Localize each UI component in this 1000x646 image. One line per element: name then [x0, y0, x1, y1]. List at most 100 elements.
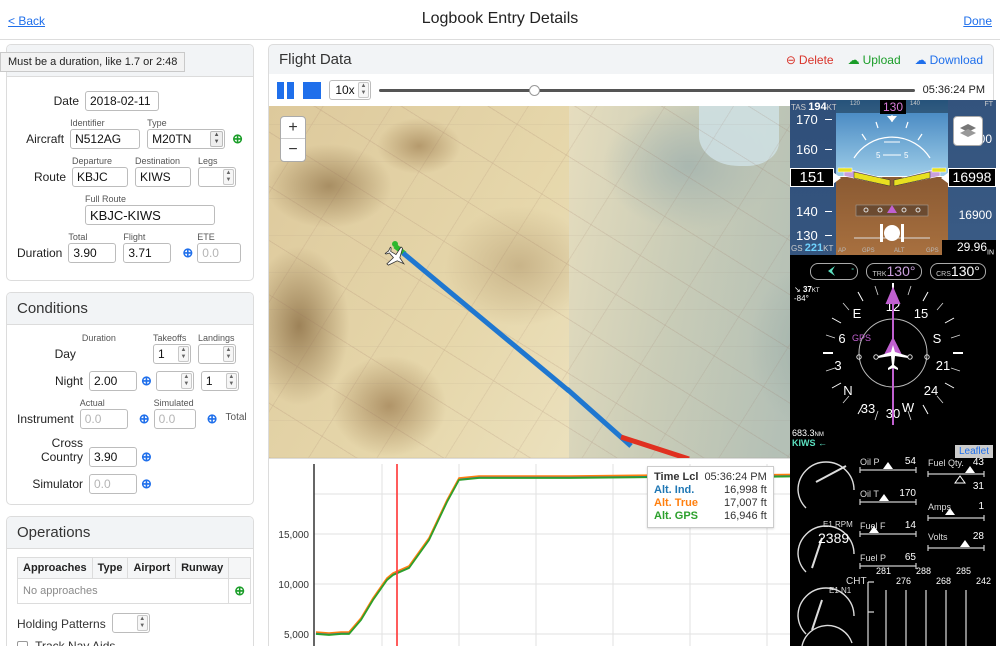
upload-label: Upload [862, 52, 901, 67]
heading-tick-140: 140 [910, 101, 921, 107]
night-add-icon[interactable]: ⊕ [141, 371, 152, 391]
col-type: Type [91, 557, 129, 579]
duration-col-label: Duration [81, 333, 116, 343]
day-landings-spinner-icon[interactable]: ▲ ▼ [223, 346, 234, 362]
simulator-input[interactable] [89, 474, 137, 494]
cht-value-6: 242 [976, 576, 992, 586]
svg-text:15,000: 15,000 [278, 530, 309, 541]
holding-patterns-wrap: ▲ ▼ [111, 613, 150, 633]
date-input[interactable] [85, 91, 159, 111]
cht-value-2: 276 [896, 576, 912, 586]
e1-rpm-value: 2389 [818, 530, 850, 546]
departure-input[interactable] [72, 167, 128, 187]
svg-text:5,000: 5,000 [284, 630, 309, 641]
identifier-input[interactable] [70, 129, 141, 149]
oil-t-value: 170 [899, 488, 916, 499]
upload-button[interactable]: ☁ Upload [848, 53, 901, 67]
gs-label: GS [791, 244, 803, 253]
track-nav-aids-row[interactable]: Track Nav Aids [17, 639, 243, 646]
leaflet-attribution[interactable]: Leaflet [954, 445, 993, 458]
destination-input[interactable] [135, 167, 191, 187]
baro-value: 29.96 [956, 240, 987, 254]
fuel-qty-value: 43 [972, 457, 984, 468]
chevron-updown-icon[interactable]: ▲ ▼ [210, 131, 224, 147]
night-label: Night [54, 374, 83, 388]
tooltip-time-label: Time Lcl [654, 471, 699, 483]
svg-text:33: 33 [861, 401, 875, 416]
approaches-table-header: Approaches Type Airport Runway [17, 557, 252, 579]
e1-n1-label: E1 N1 [829, 586, 852, 595]
day-takeoffs-spinner-icon[interactable]: ▲ ▼ [178, 346, 189, 362]
selected-heading-box: 130 [880, 100, 907, 114]
ete-label: ETE [197, 232, 215, 242]
cht-label: CHT [846, 576, 867, 587]
date-label: Date [53, 94, 79, 108]
distance-value: 683.3 [792, 428, 815, 438]
minus-circle-icon: ⊖ [785, 52, 796, 67]
done-link[interactable]: Done [963, 14, 992, 28]
simulator-add-icon[interactable]: ⊕ [141, 474, 152, 494]
night-landings-spinner-icon[interactable]: ▲ ▼ [225, 373, 237, 389]
airspeed-tick-160: 160 [796, 142, 818, 157]
instrument-actual-input[interactable] [79, 409, 128, 429]
instrument-actual-add-icon[interactable]: ⊕ [139, 409, 150, 429]
full-route-input[interactable] [85, 205, 215, 225]
cloud-up-icon: ☁ [847, 52, 860, 67]
date-row: Date [17, 91, 243, 111]
map-zoom-controls[interactable]: + − [280, 116, 306, 162]
tooltip-alt-gps-value: 16,946 ft [723, 510, 767, 522]
download-button[interactable]: ☁ Download [915, 53, 983, 67]
cross-country-input[interactable] [89, 447, 137, 467]
add-approach-button[interactable]: ⊕ [234, 583, 245, 598]
pause-button[interactable] [277, 81, 295, 99]
playback-slider-knob[interactable] [528, 85, 540, 96]
simulated-col-label: Simulated [153, 398, 194, 408]
flight-input[interactable] [123, 243, 172, 263]
add-approach-cell[interactable]: ⊕ [228, 578, 252, 604]
ete-field: ETE [197, 232, 242, 263]
cross-country-add-icon[interactable]: ⊕ [141, 447, 152, 467]
fuel-p-label: Fuel P [860, 553, 887, 563]
total-label: Total [68, 232, 88, 242]
svg-text:10,000: 10,000 [278, 580, 309, 591]
day-takeoffs-wrap: ▲▼ [153, 344, 191, 364]
legs-stepper-wrap: ▲ ▼ [198, 167, 236, 187]
add-aircraft-button[interactable]: ⊕ [232, 129, 243, 149]
instrument-sim-add-icon[interactable]: ⊕ [207, 409, 218, 429]
day-label: Day [54, 347, 76, 361]
gs-value: 221 [804, 242, 824, 254]
gs-unit: KT [823, 244, 834, 253]
ete-input[interactable] [197, 243, 242, 263]
map-layers-button[interactable] [953, 116, 983, 146]
duration-label: Duration [17, 246, 63, 260]
night-duration-input[interactable] [89, 371, 137, 391]
zoom-in-button[interactable]: + [281, 117, 305, 139]
airspeed-tick-130: 130 [796, 228, 818, 243]
instrument-sim-field: Simulated [153, 398, 196, 429]
flight-label: Flight [123, 232, 146, 242]
e1-rpm-label: E1 RPM [823, 520, 853, 529]
svg-text:6: 6 [838, 331, 845, 346]
departure-field: Departure [72, 156, 128, 187]
aircraft-row: Aircraft Identifier Type ▲▼ ⊕ [17, 118, 243, 149]
night-landings-wrap: ▲▼ [200, 371, 239, 391]
stop-button[interactable] [303, 81, 321, 99]
delete-button[interactable]: ⊖ Delete [786, 53, 834, 67]
night-takeoffs-spinner-icon[interactable]: ▲ ▼ [180, 373, 192, 389]
fuel-qty-label: Fuel Qty. [928, 458, 964, 468]
left-form-column: General Date Aircraft Identifier Type [6, 44, 254, 646]
playback-slider[interactable] [379, 83, 915, 97]
cross-country-label: Cross Country [40, 436, 83, 464]
fuel-f-value: 14 [904, 520, 916, 531]
legs-spinner-icon[interactable]: ▲ ▼ [223, 169, 234, 185]
tooltip-time-value: 05:36:24 PM [704, 471, 767, 483]
holding-patterns-spinner-icon[interactable]: ▲ ▼ [136, 615, 148, 631]
zoom-out-button[interactable]: − [281, 139, 305, 161]
track-nav-aids-checkbox[interactable] [17, 641, 28, 646]
playback-timestamp: 05:36:24 PM [922, 84, 985, 96]
tooltip-row-alt-true: Alt. True 17,007 ft [654, 497, 767, 510]
total-input[interactable] [68, 243, 117, 263]
flight-add-icon[interactable]: ⊕ [182, 243, 193, 263]
instrument-sim-input[interactable] [153, 409, 196, 429]
speed-spinner-icon[interactable]: ▲ ▼ [358, 82, 369, 98]
